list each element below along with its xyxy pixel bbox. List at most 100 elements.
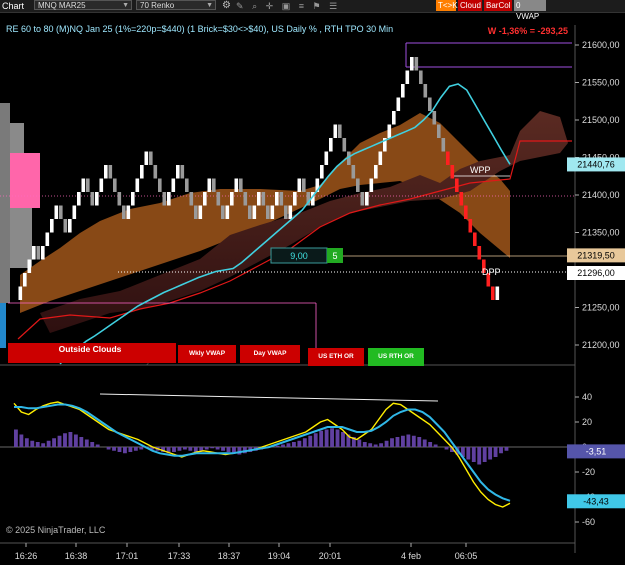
position-box[interactable]: 9,00 5 [270, 247, 343, 264]
crosshair-icon[interactable]: ✛ [266, 1, 274, 11]
time-tick-label: 20:01 [319, 551, 342, 561]
settings-gear-icon[interactable]: ⚙ [222, 0, 231, 12]
renko-brick [374, 165, 378, 179]
renko-brick [50, 219, 54, 233]
histogram-bar [302, 438, 307, 447]
instrument-selector[interactable]: MNQ MAR25 ▼ [34, 0, 132, 10]
histogram-bar [297, 440, 302, 447]
renko-brick [185, 178, 189, 192]
renko-brick [113, 178, 117, 192]
histogram-bar [433, 444, 438, 447]
renko-brick [198, 205, 203, 219]
histogram-bar [400, 435, 405, 447]
chart-title: RE 60 to 80 (M)NQ Jan 25 (1%=220p=$440) … [6, 24, 393, 34]
data-box-icon[interactable]: ▣ [282, 1, 291, 11]
histogram-bar [411, 435, 416, 447]
tag-us-eth-or[interactable]: US ETH OR [308, 348, 364, 366]
tag-us-eth-or-label: US ETH OR [318, 353, 354, 360]
renko-brick [320, 165, 324, 179]
tk-toggle-button[interactable]: T<>K [436, 0, 458, 11]
renko-brick [144, 151, 149, 165]
renko-brick [230, 192, 234, 206]
renko-brick [288, 205, 293, 219]
histogram-bar [57, 435, 62, 447]
histogram-bar [19, 434, 24, 447]
barcol-toggle-button[interactable]: BarCol [484, 0, 512, 11]
renko-brick [356, 178, 360, 192]
histogram-bar [335, 429, 340, 447]
renko-brick [90, 192, 95, 206]
histogram-bar [221, 447, 225, 451]
time-tick-label: 17:33 [168, 551, 191, 561]
histogram-bar [90, 442, 95, 447]
renko-brick [279, 192, 284, 206]
renko-brick [234, 178, 239, 192]
renko-brick [441, 138, 446, 152]
renko-brick [225, 205, 230, 219]
renko-brick [171, 178, 176, 192]
oscillator-tick-label: 40 [582, 392, 592, 402]
histogram-bar [63, 433, 67, 447]
price-tick-label: 21250,00 [582, 303, 620, 313]
oscillator-fast-line [13, 401, 511, 508]
tag-outside-clouds[interactable]: Outside Clouds [8, 343, 176, 363]
renko-brick [378, 151, 383, 165]
renko-brick [401, 84, 405, 98]
histogram-bar [281, 444, 285, 447]
renko-brick [333, 124, 338, 138]
bar-type-selector[interactable]: 70 Renko ▼ [136, 0, 216, 10]
renko-brick [459, 192, 464, 206]
tag-day-vwap[interactable]: Day VWAP [240, 345, 300, 363]
renko-brick [365, 192, 369, 206]
vwap-toggle-button[interactable]: 0 VWAP [514, 0, 546, 21]
histogram-bar [493, 447, 498, 457]
renko-brick [405, 70, 410, 84]
cloud-toggle-button[interactable]: Cloud [458, 0, 482, 11]
renko-brick [99, 178, 104, 192]
renko-brick [432, 111, 437, 125]
renko-brick [392, 111, 396, 125]
properties-icon[interactable]: ≡ [299, 1, 304, 11]
histogram-bar [68, 432, 73, 447]
oscillator-tick-label: 20 [582, 417, 592, 427]
renko-brick [104, 165, 108, 179]
histogram-bar [24, 438, 29, 447]
renko-brick [419, 70, 423, 84]
renko-brick [194, 205, 198, 219]
histogram-bar [210, 447, 215, 449]
renko-brick [243, 192, 248, 206]
chart-canvas[interactable]: 21600,0021550,0021500,0021450,0021400,00… [0, 13, 625, 565]
price-tick-label: 21500,00 [582, 115, 620, 125]
toolbar-icon-strip: ✎ ⌕ ✛ ▣ ≡ ⚑ ☰ [236, 0, 426, 12]
histogram-bar [368, 443, 373, 447]
zoom-icon[interactable]: ⌕ [252, 1, 257, 11]
renko-brick [221, 205, 225, 219]
template-icon[interactable]: ☰ [329, 1, 337, 11]
renko-brick [252, 205, 257, 219]
histogram-bar [373, 444, 378, 447]
time-tick-label: 18:37 [218, 551, 241, 561]
histogram-bar [313, 433, 318, 447]
histogram-bar [112, 447, 116, 451]
renko-brick [414, 57, 419, 71]
renko-brick [324, 151, 329, 165]
brown-cloud-band [20, 113, 510, 313]
renko-brick [428, 97, 432, 111]
renko-brick [477, 246, 482, 260]
tag-us-rth-or[interactable]: US RTH OR [368, 348, 424, 366]
time-tick-label: 16:38 [65, 551, 88, 561]
renko-brick [297, 178, 302, 192]
oscillator-histogram [14, 428, 509, 465]
renko-brick [437, 124, 441, 138]
renko-brick [491, 286, 495, 300]
renko-brick [176, 165, 180, 179]
renko-brick [77, 192, 81, 206]
histogram-bar [226, 447, 231, 452]
draw-tool-icon[interactable]: ✎ [236, 1, 244, 11]
histogram-bar [291, 442, 296, 447]
oscillator-lines [13, 401, 511, 508]
strategy-icon[interactable]: ⚑ [313, 1, 321, 11]
copyright: © 2025 NinjaTrader, LLC [6, 525, 106, 535]
tag-wkly-vwap[interactable]: Wkly VWAP [178, 345, 236, 363]
chart-tab[interactable]: Chart [2, 0, 32, 12]
